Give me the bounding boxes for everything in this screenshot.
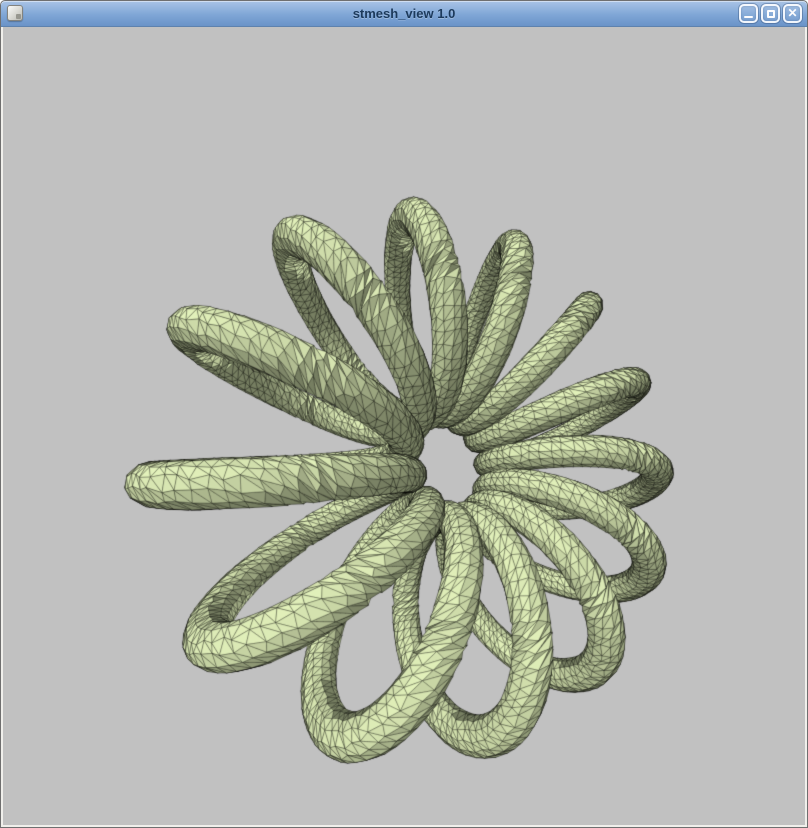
application-window-icon[interactable]	[7, 5, 23, 21]
mesh-viewport[interactable]	[3, 27, 805, 825]
window-controls: ✕	[739, 4, 802, 23]
titlebar[interactable]: stmesh_view 1.0 ✕	[1, 1, 807, 27]
window-title: stmesh_view 1.0	[1, 1, 807, 26]
viewport-area	[1, 27, 807, 827]
maximize-icon	[767, 10, 775, 18]
app-window: stmesh_view 1.0 ✕	[0, 0, 808, 828]
minimize-icon	[744, 16, 753, 18]
close-button[interactable]: ✕	[783, 4, 802, 23]
application-window-icon-glyph	[16, 14, 21, 19]
maximize-button[interactable]	[761, 4, 780, 23]
close-icon: ✕	[785, 6, 800, 21]
minimize-button[interactable]	[739, 4, 758, 23]
